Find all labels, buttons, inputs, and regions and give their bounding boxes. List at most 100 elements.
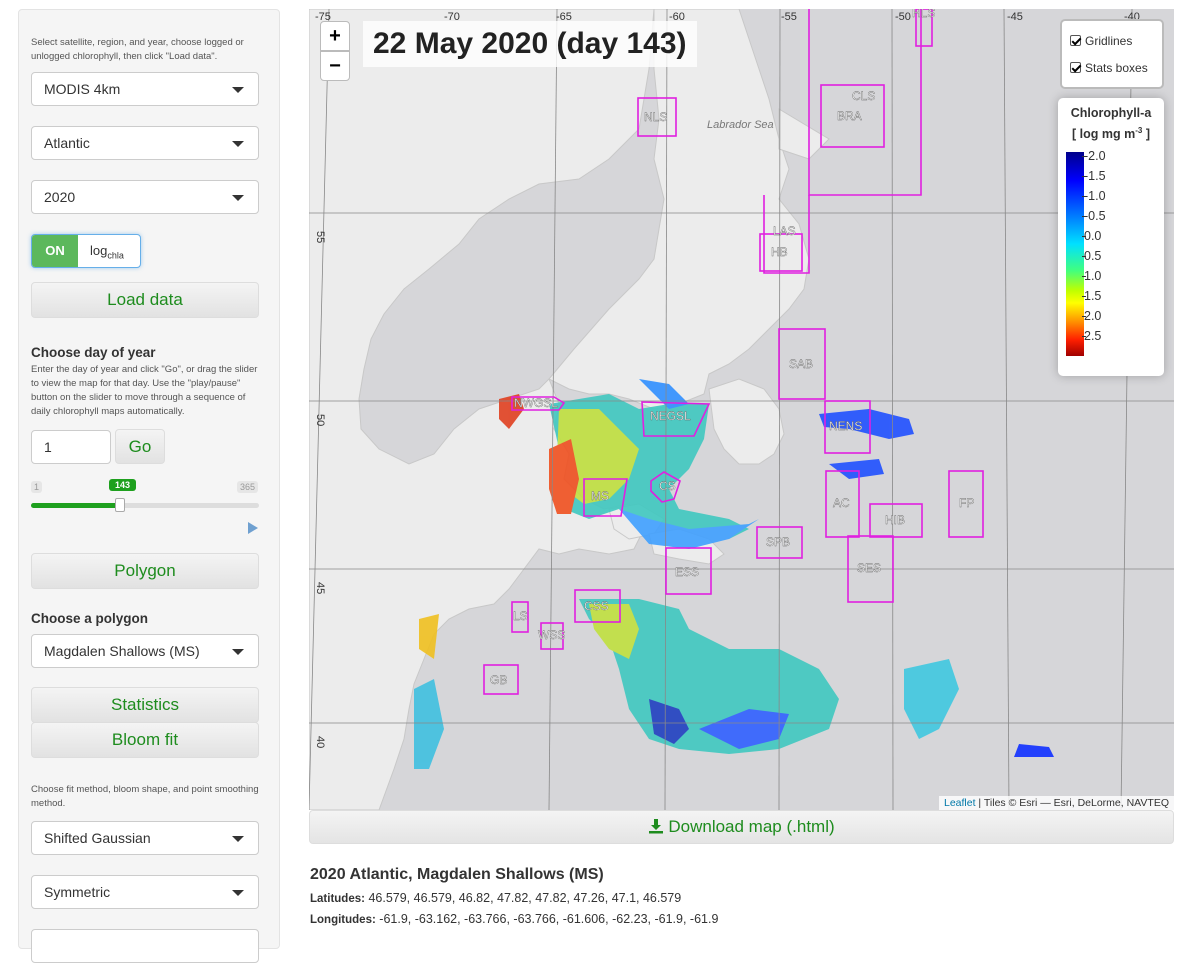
box-label-nwgsl: NWGSL [514,396,558,410]
legend-title: Chlorophyll-a [ log mg m-3 ] [1058,105,1164,143]
day-input[interactable]: 1 [31,430,111,464]
day-help-text: Enter the day of year and click "Go", or… [31,364,258,417]
lat-label: 50 [314,414,326,426]
zoom-out-button[interactable]: − [320,51,350,81]
polygon-summary-title: 2020 Atlantic, Magdalen Shallows (MS) [310,866,604,883]
lat-label: 55 [314,231,326,243]
colorbar [1066,152,1084,356]
bloom-shape-select[interactable]: Symmetric [31,875,259,909]
box-label-las: LAS [773,224,796,238]
download-icon [649,819,664,834]
box-label-ess: ESS [675,565,699,579]
legend-tick: 1.5 [1081,289,1102,303]
year-select[interactable]: 2020 [31,180,259,214]
chla-subscript: chla [107,250,124,261]
leaflet-link[interactable]: Leaflet [944,797,976,809]
map-date-title: 22 May 2020 (day 143) [363,21,697,67]
slider-min-label: 1 [31,481,43,493]
layer-control: Gridlines Stats boxes [1060,19,1164,89]
satellite-select-value: MODIS 4km [44,81,121,97]
zoom-in-button[interactable]: + [320,21,350,51]
chlorophyll-map[interactable]: -75 -70 -65 -60 -55 -50 -45 -40 55 50 45… [309,9,1174,810]
slider-fill [31,503,120,508]
lon-label: -45 [1007,11,1023,23]
box-label-ls: LS [513,609,528,623]
play-icon[interactable] [248,522,258,534]
lat-label: 45 [314,582,326,594]
day-slider[interactable] [31,503,259,508]
attribution-text: | Tiles © Esri — Esri, DeLorme, NAVTEQ [975,797,1169,809]
polygon-button[interactable]: Polygon [31,553,259,589]
box-label-ses: SES [857,561,881,575]
region-select-value: Atlantic [44,135,90,151]
latitudes-label: Latitudes: [310,893,365,905]
log-chla-toggle[interactable]: ON logchla [31,234,141,268]
legend-tick: 2.5 [1081,329,1102,343]
download-map-button[interactable]: Download map (.html) [309,810,1174,844]
box-label-negsl: NEGSL [650,409,691,423]
legend-tick: -1.0 [1082,189,1106,203]
toggle-log-label: logchla [90,235,124,267]
longitudes-label: Longitudes: [310,914,376,926]
box-label-bra: BRA [837,109,862,123]
lon-label: -55 [781,11,797,23]
go-button[interactable]: Go [115,429,165,464]
box-label-spb: SPB [766,535,790,549]
legend-tick: -0.5 [1082,209,1106,223]
statistics-button[interactable]: Statistics [31,687,259,723]
legend-title-line1: Chlorophyll-a [1070,106,1152,120]
chevron-down-icon [232,836,244,842]
legend-tick: 2.0 [1081,309,1102,323]
legend-tick: 0.5 [1081,249,1102,263]
box-label-cls: CLS [852,89,875,103]
stats-boxes-checkbox[interactable]: Stats boxes [1070,61,1148,75]
map-attribution: Leaflet | Tiles © Esri — Esri, DeLorme, … [938,796,1174,810]
box-label-wss: WSS [538,628,565,642]
slider-handle[interactable] [115,498,125,512]
load-data-button[interactable]: Load data [31,282,259,318]
lon-label: -50 [895,11,911,23]
box-label-fp: FP [959,496,974,510]
colorbar-legend: Chlorophyll-a [ log mg m-3 ] -2.0 -1.5 -… [1058,98,1164,376]
log-text: log [90,243,108,258]
bloom-shape-value: Symmetric [44,884,111,900]
box-label-sab: SAB [789,357,813,371]
legend-title-line2: [ log mg m [1072,127,1136,142]
stats-boxes-label: Stats boxes [1085,61,1148,75]
legend-tick: 1.0 [1081,269,1102,283]
box-label-hb: HB [771,245,788,259]
legend-tick: -2.0 [1082,149,1106,163]
polygon-select[interactable]: Magdalen Shallows (MS) [31,634,259,668]
fit-method-select[interactable]: Shifted Gaussian [31,821,259,855]
gridlines-label: Gridlines [1085,34,1133,48]
chevron-down-icon [232,141,244,147]
year-select-value: 2020 [44,189,76,205]
box-label-css: CSS [584,599,609,613]
legend-tick: -1.5 [1082,169,1106,183]
satellite-select[interactable]: MODIS 4km [31,72,259,106]
legend-tick: 0.0 [1081,229,1102,243]
smoothing-select[interactable] [31,929,259,963]
polygon-heading: Choose a polygon [31,611,149,626]
map-canvas: -75 -70 -65 -60 -55 -50 -45 -40 55 50 45… [309,9,1174,810]
chevron-down-icon [232,649,244,655]
day-heading: Choose day of year [31,345,156,360]
toggle-on-label: ON [32,235,78,267]
latitudes-line: Latitudes: 46.579, 46.579, 46.82, 47.82,… [310,891,681,905]
box-label-cs: CS [659,479,676,493]
gridlines-checkbox[interactable]: Gridlines [1070,34,1132,48]
region-select[interactable]: Atlantic [31,126,259,160]
slider-max-label: 365 [237,481,259,493]
lat-label: 40 [314,736,326,748]
box-label-ms: MS [591,489,609,503]
chevron-down-icon [232,195,244,201]
download-label: Download map (.html) [668,817,835,836]
fit-method-value: Shifted Gaussian [44,830,151,846]
bloom-fit-button[interactable]: Bloom fit [31,722,259,758]
latitudes-values: 46.579, 46.579, 46.82, 47.82, 47.82, 47.… [368,891,682,905]
polygon-select-value: Magdalen Shallows (MS) [44,643,200,659]
box-label-nens: NENS [829,419,862,433]
fit-help-text: Choose fit method, bloom shape, and poin… [31,784,259,809]
box-label-nls: NLS [644,110,667,124]
sea-label: Labrador Sea [707,119,774,131]
